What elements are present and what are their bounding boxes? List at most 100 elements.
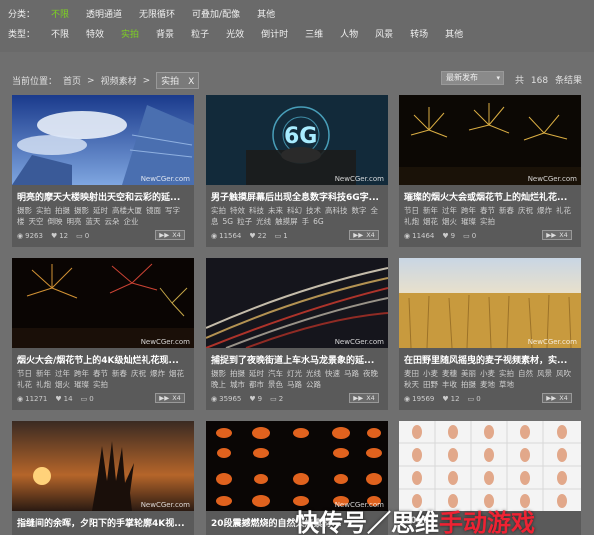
tag[interactable]: 科技 bbox=[249, 206, 264, 215]
tag[interactable]: 实拍 bbox=[211, 206, 226, 215]
speed-badge[interactable]: ▶▶ X4 bbox=[155, 230, 185, 240]
tag[interactable]: 新年 bbox=[36, 369, 51, 378]
tag[interactable]: 璀璨 bbox=[461, 217, 476, 226]
filter-type-3d[interactable]: 三维 bbox=[305, 27, 323, 40]
tag[interactable]: 实拍 bbox=[499, 369, 514, 378]
tag[interactable]: 数字 bbox=[352, 206, 367, 215]
tag[interactable]: 小麦 bbox=[423, 369, 438, 378]
breadcrumb-current-tag[interactable]: 实拍 X bbox=[156, 72, 200, 89]
video-thumbnail[interactable]: NewCGer.com bbox=[12, 421, 194, 511]
tag[interactable]: 爆炸 bbox=[150, 369, 165, 378]
filter-type-other[interactable]: 其他 bbox=[445, 27, 463, 40]
tag[interactable]: 跨年 bbox=[461, 206, 476, 215]
speed-badge[interactable]: ▶▶ X4 bbox=[155, 393, 185, 403]
tag[interactable]: 过年 bbox=[55, 369, 70, 378]
tag[interactable]: 公路 bbox=[306, 380, 321, 389]
filter-type-countdown[interactable]: 倒计时 bbox=[261, 27, 288, 40]
tag[interactable]: 马路 bbox=[287, 380, 302, 389]
tag[interactable]: 烟火 bbox=[55, 380, 70, 389]
tag[interactable]: 烟花 bbox=[169, 369, 184, 378]
tag[interactable]: 未来 bbox=[268, 206, 283, 215]
tag[interactable]: 实拍 bbox=[36, 206, 51, 215]
tag[interactable]: 夜晚 bbox=[363, 369, 378, 378]
tag[interactable]: 企业 bbox=[124, 217, 139, 226]
video-card[interactable]: 6G NewCGer.com 男子触摸屏幕后出现全息数字科技6G字... 实拍特… bbox=[206, 95, 388, 247]
tag[interactable]: 景色 bbox=[268, 380, 283, 389]
tag[interactable]: 触摸屏 bbox=[275, 217, 298, 226]
filter-type-scenery[interactable]: 风景 bbox=[375, 27, 393, 40]
tag[interactable]: 高楼大厦 bbox=[112, 206, 142, 215]
tag[interactable]: 新年 bbox=[423, 206, 438, 215]
tag[interactable]: 礼炮 bbox=[36, 380, 51, 389]
tag[interactable]: 节日 bbox=[404, 206, 419, 215]
tag[interactable]: 丰收 bbox=[442, 380, 457, 389]
filter-category-unlimited[interactable]: 不限 bbox=[51, 7, 69, 20]
tag[interactable]: 技术 bbox=[306, 206, 321, 215]
video-card[interactable]: NewCGer.com 指缝间的余晖，夕阳下的手掌轮廓4K视... bbox=[12, 421, 194, 535]
video-thumbnail[interactable]: NewCGer.com bbox=[206, 421, 388, 511]
tag[interactable]: 汽车 bbox=[268, 369, 283, 378]
tag[interactable]: 拍摄 bbox=[461, 380, 476, 389]
tag[interactable]: 烟火 bbox=[442, 217, 457, 226]
tag[interactable]: 手 bbox=[302, 217, 310, 226]
tag[interactable]: 爆炸 bbox=[537, 206, 552, 215]
tag[interactable]: 美丽 bbox=[461, 369, 476, 378]
filter-type-light[interactable]: 光效 bbox=[226, 27, 244, 40]
tag[interactable]: 快速 bbox=[325, 369, 340, 378]
speed-badge[interactable]: ▶▶ X4 bbox=[542, 393, 572, 403]
video-thumbnail[interactable]: NewCGer.com bbox=[12, 95, 194, 185]
tag[interactable]: 都市 bbox=[249, 380, 264, 389]
tag[interactable]: 新春 bbox=[112, 369, 127, 378]
tag[interactable]: 高科技 bbox=[325, 206, 348, 215]
tag[interactable]: 倒映 bbox=[48, 217, 63, 226]
tag[interactable]: 延时 bbox=[249, 369, 264, 378]
close-icon[interactable]: X bbox=[188, 77, 194, 87]
tag[interactable]: 过年 bbox=[442, 206, 457, 215]
tag[interactable]: 田野 bbox=[423, 380, 438, 389]
tag[interactable]: 自然 bbox=[518, 369, 533, 378]
tag[interactable]: 明亮 bbox=[67, 217, 82, 226]
tag[interactable]: 城市 bbox=[230, 380, 245, 389]
tag[interactable]: 光线 bbox=[256, 217, 271, 226]
video-card[interactable]: NewCGer.com 烟火大会/烟花节上的4K级灿烂礼花现... 节日 新年 过年… bbox=[12, 258, 194, 410]
filter-type-people[interactable]: 人物 bbox=[340, 27, 358, 40]
tag[interactable]: 镜面 bbox=[146, 206, 161, 215]
tag[interactable]: 科幻 bbox=[287, 206, 302, 215]
breadcrumb-home[interactable]: 首页 bbox=[63, 74, 81, 87]
tag[interactable]: 礼炮 bbox=[404, 217, 419, 226]
tag[interactable]: 摄影 bbox=[211, 369, 226, 378]
tag[interactable]: 摄影 bbox=[74, 206, 89, 215]
video-title[interactable]: 璀璨的烟火大会或烟花节上的灿烂礼花... bbox=[404, 190, 576, 203]
filter-category-other[interactable]: 其他 bbox=[257, 7, 275, 20]
video-thumbnail[interactable]: NewCGer.com bbox=[399, 258, 581, 348]
video-card[interactable]: NewCGer.com 明亮的摩天大楼映射出天空和云彩的延... 摄影 实拍 拍摄摄… bbox=[12, 95, 194, 247]
video-thumbnail[interactable]: 6G NewCGer.com bbox=[206, 95, 388, 185]
video-title[interactable]: 指缝间的余晖，夕阳下的手掌轮廓4K视... bbox=[17, 516, 189, 529]
filter-type-unlimited[interactable]: 不限 bbox=[51, 27, 69, 40]
breadcrumb-section[interactable]: 视频素材 bbox=[101, 74, 137, 87]
tag[interactable]: 秋天 bbox=[404, 380, 419, 389]
tag[interactable]: 云朵 bbox=[105, 217, 120, 226]
speed-badge[interactable]: ▶▶ X4 bbox=[542, 230, 572, 240]
video-title[interactable]: 在田野里随风摇曳的麦子视频素材，实... bbox=[404, 353, 576, 366]
tag[interactable]: 跨年 bbox=[74, 369, 89, 378]
tag[interactable]: 拍摄 bbox=[230, 369, 245, 378]
tag[interactable]: 麦穗 bbox=[442, 369, 457, 378]
video-thumbnail[interactable]: NewCGer.com bbox=[399, 95, 581, 185]
tag[interactable]: 光线 bbox=[306, 369, 321, 378]
tag[interactable]: 麦地 bbox=[480, 380, 495, 389]
tag[interactable]: 灯光 bbox=[287, 369, 302, 378]
filter-type-live-action[interactable]: 实拍 bbox=[121, 27, 139, 40]
tag[interactable]: 特效 bbox=[230, 206, 245, 215]
video-title[interactable]: 男子触摸屏幕后出现全息数字科技6G字... bbox=[211, 190, 383, 203]
video-card[interactable]: NewCGer.com 捕捉到了夜晚街道上车水马龙景象的延... 摄影 拍摄 延时汽… bbox=[206, 258, 388, 410]
tag[interactable]: 礼花 bbox=[556, 206, 571, 215]
tag[interactable]: 麦田 bbox=[404, 369, 419, 378]
tag[interactable]: 实拍 bbox=[480, 217, 495, 226]
tag[interactable]: 礼花 bbox=[17, 380, 32, 389]
filter-category-overlay[interactable]: 可叠加/配像 bbox=[192, 7, 240, 20]
filter-type-transition[interactable]: 转场 bbox=[410, 27, 428, 40]
tag[interactable]: 摄影 bbox=[17, 206, 32, 215]
filter-category-alpha[interactable]: 透明通道 bbox=[86, 7, 122, 20]
tag[interactable]: 风吹 bbox=[556, 369, 571, 378]
